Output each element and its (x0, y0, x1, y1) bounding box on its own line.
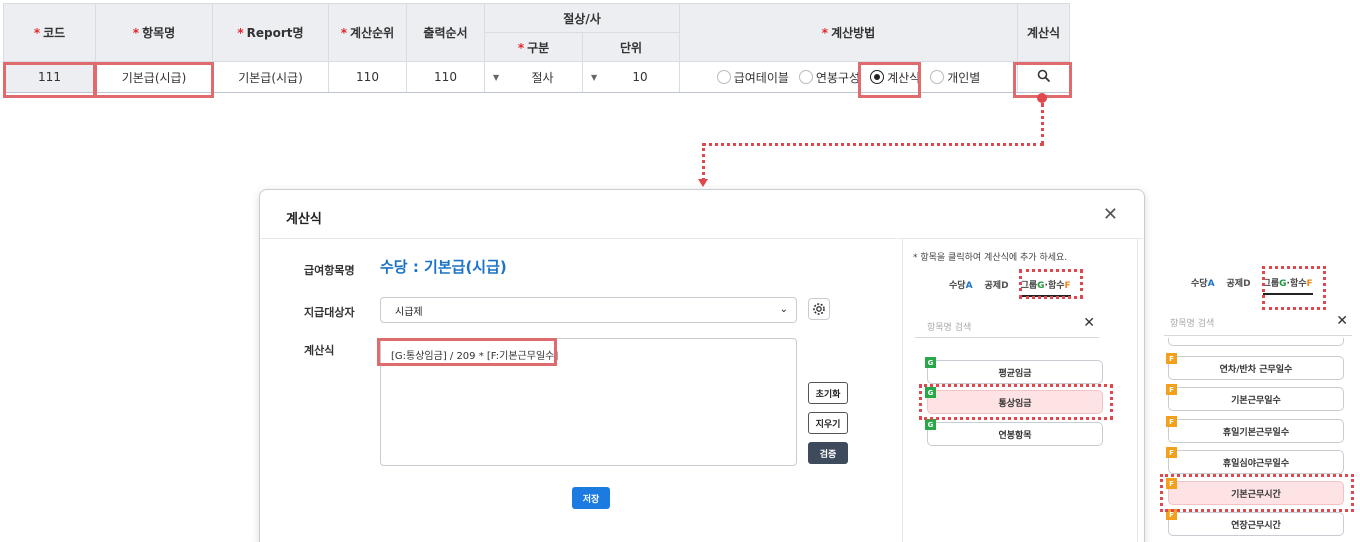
item-search-input[interactable]: 항목명 검색 ✕ (915, 315, 1099, 338)
header-calc-order: * 계산순위 (328, 3, 407, 62)
item-name-value: 수당 : 기본급(시급) (380, 258, 507, 276)
hint-text: * 항목을 클릭하여 계산식에 추가 하세요. (913, 253, 1068, 263)
close-icon[interactable]: ✕ (1336, 313, 1348, 329)
target-select[interactable]: 시급제 ⌄ (380, 297, 797, 323)
radio-individual[interactable]: 개인별 (928, 67, 982, 88)
verify-button[interactable]: 검증 (808, 442, 848, 464)
header-print-order: 출력순서 (406, 3, 485, 62)
tab-group-function[interactable]: 그룹G·함수F (1020, 278, 1071, 297)
calc-method-radios: 급여테이블 연봉구성 계산식 개인별 (679, 61, 1019, 93)
radio-salary-table[interactable]: 급여테이블 (715, 67, 791, 88)
list-item[interactable]: G 연봉항목 (925, 419, 1103, 446)
radio-icon (798, 70, 813, 84)
chevron-down-icon: ⌄ (779, 304, 788, 315)
cell-calc-order[interactable]: 110 (328, 61, 407, 93)
side-item-panel: 수당A 공제D 그룹G·함수F 항목명 검색 ✕ F 연차/반차 근무일수 F 기본… (1158, 262, 1358, 542)
formula-text: [G:통상임금] / 209 * [F:기본근무일수] (391, 351, 559, 362)
item-picker-panel: * 항목을 클릭하여 계산식에 추가 하세요. 수당A 공제D 그룹G·함수F … (902, 238, 1138, 542)
header-rounding-type: * 구분 (484, 32, 583, 62)
connector-line (1041, 103, 1044, 145)
header-report-name: * Report명 (212, 3, 329, 62)
tab-deduction[interactable]: 공제D (985, 278, 1009, 297)
tab-bar: 수당A 공제D 그룹G·함수F (949, 278, 1071, 297)
connector-line (702, 143, 1044, 146)
list-item-partial (1168, 338, 1344, 346)
list-item[interactable]: F 연장근무시간 (1166, 509, 1344, 536)
header-formula: 계산식 (1017, 3, 1071, 62)
radio-icon (930, 70, 945, 84)
close-icon[interactable]: ✕ (1103, 204, 1118, 225)
gear-icon (813, 303, 825, 315)
list-item[interactable]: G 평균임금 (925, 357, 1103, 384)
payroll-item-grid: * 코드 * 항목명 * Report명 * 계산순위 출력순서 절상/사 * 계산방법 … (3, 3, 1071, 93)
tab-allowance[interactable]: 수당A (1191, 276, 1215, 295)
list-item[interactable]: F 휴일기본근무일수 (1166, 416, 1344, 443)
dialog-title: 계산식 (286, 212, 322, 227)
header-calc-method: * 계산방법 (679, 3, 1019, 62)
cell-item-name[interactable]: 기본급(시급) (95, 61, 213, 93)
label-target: 지급대상자 (304, 306, 355, 319)
cell-print-order[interactable]: 110 (406, 61, 485, 93)
radio-icon (716, 70, 731, 84)
header-item-name: * 항목명 (95, 3, 213, 62)
rounding-type-select[interactable]: ▼ 절사 (484, 61, 583, 93)
caret-down-icon: ▼ (591, 72, 598, 82)
label-item: 급여항목명 (304, 264, 355, 277)
table-row[interactable]: 111 기본급(시급) 기본급(시급) 110 110 ▼ 절사 ▼ 10 급여테이… (3, 61, 1071, 93)
rounding-unit-select[interactable]: ▼ 10 (581, 61, 681, 93)
caret-down-icon: ▼ (493, 72, 500, 82)
list-item[interactable]: F 휴일심야근무일수 (1166, 447, 1344, 474)
tab-group-function[interactable]: 그룹G·함수F (1262, 276, 1313, 295)
item-search-input[interactable]: 항목명 검색 ✕ (1164, 313, 1352, 336)
list-item[interactable]: F 기본근무시간 (1166, 478, 1344, 505)
list-item[interactable]: F 기본근무일수 (1166, 384, 1344, 411)
close-icon[interactable]: ✕ (1083, 315, 1095, 331)
reset-button[interactable]: 초기화 (808, 382, 848, 404)
formula-search-button[interactable] (1017, 61, 1071, 93)
header-code: * 코드 (3, 3, 96, 62)
formula-textarea[interactable]: [G:통상임금] / 209 * [F:기본근무일수] (380, 338, 797, 466)
radio-annual-salary[interactable]: 연봉구성 (797, 67, 862, 88)
list-item[interactable]: G 통상임금 (925, 387, 1103, 414)
header-rounding-unit: 단위 (581, 32, 681, 62)
connector-arrow-icon (698, 179, 708, 187)
tab-bar: 수당A 공제D 그룹G·함수F (1191, 276, 1313, 295)
settings-button[interactable] (808, 298, 830, 320)
header-rounding: 절상/사 (483, 3, 681, 33)
save-button[interactable]: 저장 (572, 487, 610, 509)
clear-button[interactable]: 지우기 (808, 412, 848, 434)
search-icon (1037, 69, 1050, 82)
radio-selected-icon (870, 70, 885, 84)
radio-formula[interactable]: 계산식 (868, 67, 922, 88)
label-formula: 계산식 (304, 344, 335, 357)
tab-deduction[interactable]: 공제D (1227, 276, 1251, 295)
cell-report-name[interactable]: 기본급(시급) (212, 61, 329, 93)
connector-line (702, 143, 705, 181)
tab-allowance[interactable]: 수당A (949, 278, 973, 297)
list-item[interactable]: F 연차/반차 근무일수 (1166, 353, 1344, 380)
formula-dialog: 계산식 ✕ 급여항목명 수당 : 기본급(시급) 지급대상자 시급제 ⌄ 계산식… (259, 189, 1145, 542)
connector-dot (1037, 93, 1047, 103)
cell-code[interactable]: 111 (3, 61, 96, 93)
